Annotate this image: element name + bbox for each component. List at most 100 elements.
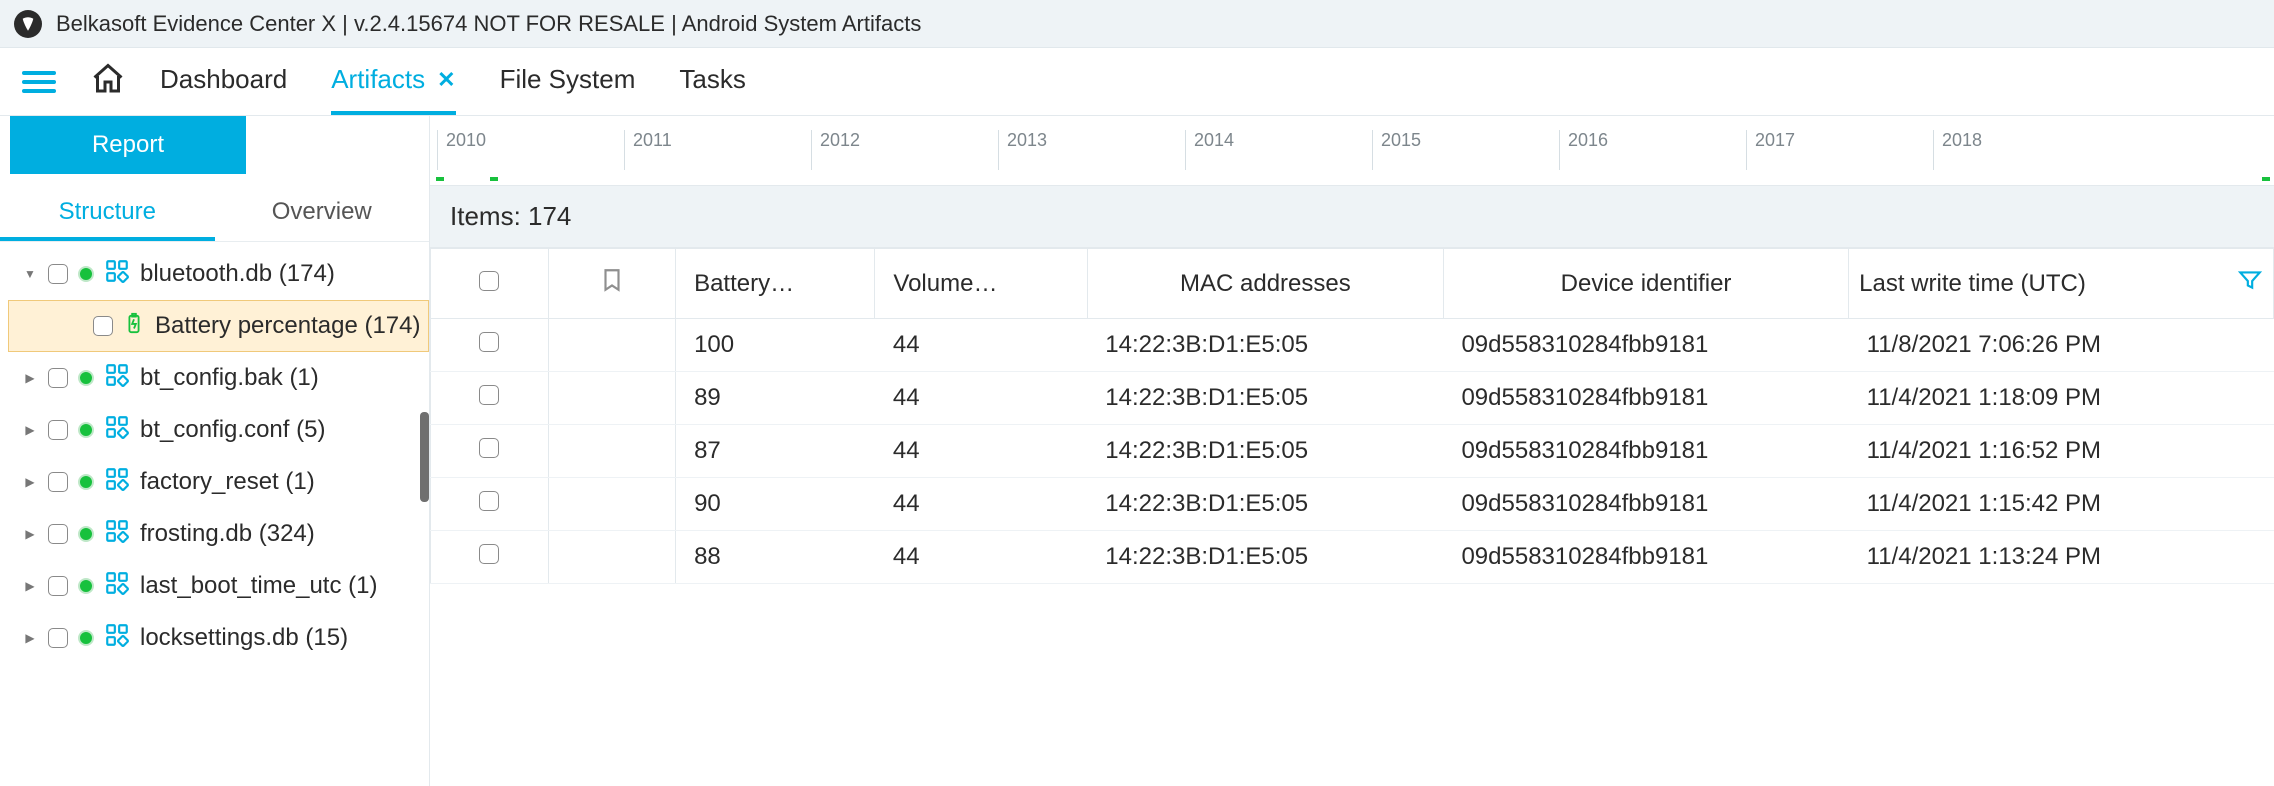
hamburger-menu-icon[interactable]: [22, 71, 56, 93]
row-checkbox-cell[interactable]: [431, 372, 549, 425]
timeline-year[interactable]: 2012: [811, 130, 998, 170]
tree-item-checkbox[interactable]: [48, 264, 68, 284]
column-header-bookmark[interactable]: [548, 249, 675, 319]
row-checkbox-cell[interactable]: [431, 531, 549, 584]
timeline-year[interactable]: 2018: [1933, 130, 2120, 170]
column-header-checkbox[interactable]: [431, 249, 549, 319]
timeline-year[interactable]: 2016: [1559, 130, 1746, 170]
table-row[interactable]: 894414:22:3B:D1:E5:0509d558310284fbb9181…: [431, 372, 2274, 425]
timeline-year[interactable]: 2011: [624, 130, 811, 170]
tree-item-checkbox[interactable]: [93, 316, 113, 336]
tree-item[interactable]: locksettings.db (15): [8, 612, 429, 664]
chevron-right-icon[interactable]: [22, 579, 38, 593]
category-grid-icon: [104, 622, 130, 655]
category-grid-icon: [104, 362, 130, 395]
tree-item[interactable]: bt_config.conf (5): [8, 404, 429, 456]
sidebar-tab-overview[interactable]: Overview: [215, 186, 430, 241]
timeline-year[interactable]: 2017: [1746, 130, 1933, 170]
table-row[interactable]: 904414:22:3B:D1:E5:0509d558310284fbb9181…: [431, 478, 2274, 531]
sidebar-tabs: Structure Overview: [0, 186, 429, 242]
tree-item-checkbox[interactable]: [48, 472, 68, 492]
category-grid-icon: [104, 518, 130, 551]
status-dot-icon: [78, 370, 94, 386]
cell-volume: 44: [875, 425, 1087, 478]
tab-dashboard-label: Dashboard: [160, 64, 287, 95]
column-header-mac[interactable]: MAC addresses: [1087, 249, 1443, 319]
row-bookmark-cell[interactable]: [548, 478, 675, 531]
category-grid-icon: [104, 466, 130, 499]
column-header-volume[interactable]: Volume…: [875, 249, 1087, 319]
tab-tasks[interactable]: Tasks: [679, 48, 745, 115]
filter-icon[interactable]: [2237, 267, 2263, 300]
tree-item-label: bt_config.conf (5): [140, 416, 325, 444]
tree-item-checkbox[interactable]: [48, 420, 68, 440]
scrollbar-thumb[interactable]: [420, 412, 429, 502]
timeline-year[interactable]: 2014: [1185, 130, 1372, 170]
column-header-mac-label: MAC addresses: [1180, 270, 1351, 297]
column-header-time[interactable]: Last write time (UTC): [1849, 249, 2274, 319]
chevron-right-icon[interactable]: [22, 423, 38, 437]
tree-item-label: bluetooth.db (174): [140, 260, 335, 288]
cell-volume: 44: [875, 372, 1087, 425]
tree-item[interactable]: Battery percentage (174): [8, 300, 429, 352]
report-button[interactable]: Report: [10, 116, 246, 174]
timeline-marker: [490, 177, 498, 181]
table-row[interactable]: 884414:22:3B:D1:E5:0509d558310284fbb9181…: [431, 531, 2274, 584]
tree-item-label: Battery percentage (174): [155, 312, 421, 340]
column-header-battery[interactable]: Battery…: [676, 249, 875, 319]
tree-item[interactable]: factory_reset (1): [8, 456, 429, 508]
chevron-right-icon[interactable]: [22, 527, 38, 541]
row-checkbox[interactable]: [479, 332, 499, 352]
tab-dashboard[interactable]: Dashboard: [160, 48, 287, 115]
row-bookmark-cell[interactable]: [548, 372, 675, 425]
timeline[interactable]: 2009201020112012201320142015201620172018: [430, 116, 2274, 186]
table-row[interactable]: 874414:22:3B:D1:E5:0509d558310284fbb9181…: [431, 425, 2274, 478]
tree-item[interactable]: bluetooth.db (174): [8, 248, 429, 300]
cell-battery: 88: [676, 531, 875, 584]
row-bookmark-cell[interactable]: [548, 425, 675, 478]
tree-item-label: locksettings.db (15): [140, 624, 348, 652]
row-bookmark-cell[interactable]: [548, 319, 675, 372]
row-checkbox-cell[interactable]: [431, 425, 549, 478]
close-tab-icon[interactable]: ✕: [437, 67, 455, 93]
items-count-label: Items: 174: [450, 201, 571, 232]
timeline-year[interactable]: 2013: [998, 130, 1185, 170]
timeline-year[interactable]: 2009: [430, 130, 437, 170]
timeline-year[interactable]: 2015: [1372, 130, 1559, 170]
tree-item[interactable]: last_boot_time_utc (1): [8, 560, 429, 612]
navbar: Dashboard Artifacts ✕ File System Tasks: [0, 48, 2274, 116]
category-grid-icon: [104, 414, 130, 447]
tab-tasks-label: Tasks: [679, 64, 745, 95]
chevron-right-icon[interactable]: [22, 631, 38, 645]
status-dot-icon: [78, 578, 94, 594]
column-header-device[interactable]: Device identifier: [1443, 249, 1848, 319]
chevron-right-icon[interactable]: [22, 371, 38, 385]
row-checkbox[interactable]: [479, 544, 499, 564]
tree-item[interactable]: frosting.db (324): [8, 508, 429, 560]
tree-item-checkbox[interactable]: [48, 524, 68, 544]
sidebar-tab-structure-label: Structure: [59, 198, 156, 226]
row-checkbox[interactable]: [479, 438, 499, 458]
chevron-down-icon[interactable]: [22, 267, 38, 281]
timeline-year[interactable]: 2010: [437, 130, 624, 170]
tab-artifacts[interactable]: Artifacts ✕: [331, 48, 455, 115]
home-icon[interactable]: [90, 61, 126, 103]
sidebar-tab-structure[interactable]: Structure: [0, 186, 215, 241]
row-checkbox-cell[interactable]: [431, 478, 549, 531]
table-row[interactable]: 1004414:22:3B:D1:E5:0509d558310284fbb918…: [431, 319, 2274, 372]
tree-item[interactable]: bt_config.bak (1): [8, 352, 429, 404]
chevron-right-icon[interactable]: [22, 475, 38, 489]
tree-item-checkbox[interactable]: [48, 368, 68, 388]
row-checkbox-cell[interactable]: [431, 319, 549, 372]
cell-time: 11/4/2021 1:15:42 PM: [1849, 478, 2274, 531]
tab-file-system[interactable]: File System: [500, 48, 636, 115]
select-all-checkbox[interactable]: [479, 271, 499, 291]
tree-item-checkbox[interactable]: [48, 628, 68, 648]
row-checkbox[interactable]: [479, 385, 499, 405]
battery-icon: [123, 309, 145, 344]
tree-item-checkbox[interactable]: [48, 576, 68, 596]
timeline-marker: [2262, 177, 2270, 181]
column-header-time-label: Last write time (UTC): [1859, 270, 2086, 298]
row-bookmark-cell[interactable]: [548, 531, 675, 584]
row-checkbox[interactable]: [479, 491, 499, 511]
